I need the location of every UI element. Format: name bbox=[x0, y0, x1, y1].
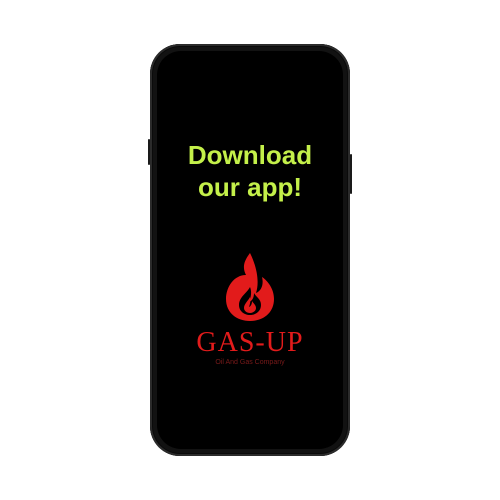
gas-up-logo: GAS-UP Oil And Gas Company bbox=[157, 251, 343, 367]
phone-screen: Download our app! GAS-UP Oil And Gas Com… bbox=[157, 51, 343, 449]
phone-mockup: Download our app! GAS-UP Oil And Gas Com… bbox=[148, 44, 352, 456]
download-headline: Download our app! bbox=[157, 139, 343, 203]
phone-side-button bbox=[148, 139, 150, 165]
flame-icon bbox=[226, 253, 274, 321]
ad-canvas: Download our app! GAS-UP Oil And Gas Com… bbox=[0, 0, 500, 500]
phone-side-button bbox=[350, 154, 352, 194]
headline-line-2: our app! bbox=[198, 172, 302, 202]
brand-tagline: Oil And Gas Company bbox=[215, 359, 285, 366]
brand-name: GAS-UP bbox=[196, 327, 304, 358]
headline-line-1: Download bbox=[187, 140, 313, 170]
